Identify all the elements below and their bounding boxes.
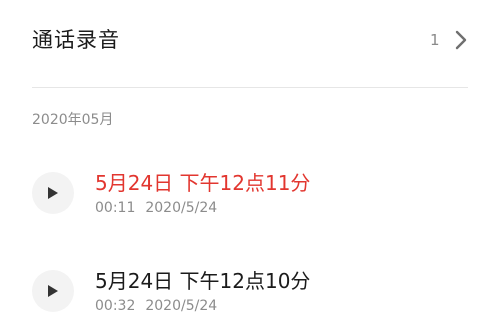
recording-count: 1: [430, 31, 440, 49]
recording-title: 5月24日 下午12点11分: [95, 171, 311, 195]
recording-duration: 00:11: [95, 200, 136, 216]
recording-date: 2020/5/24: [145, 200, 218, 216]
call-recording-header[interactable]: 通话录音 1: [0, 0, 500, 82]
recording-title: 5月24日 下午12点10分: [95, 269, 311, 293]
recording-meta: 00:11 2020/5/24: [95, 199, 217, 217]
page-title: 通话录音: [32, 28, 120, 52]
play-icon: [48, 187, 58, 199]
list-item[interactable]: 5月24日 下午12点11分 00:11 2020/5/24: [0, 158, 500, 228]
chevron-right-icon[interactable]: [453, 28, 469, 52]
recording-duration: 00:32: [95, 298, 136, 314]
section-date: 2020年05月: [32, 112, 114, 128]
play-button[interactable]: [32, 172, 74, 214]
recording-date: 2020/5/24: [145, 298, 218, 314]
play-button[interactable]: [32, 270, 74, 312]
recording-meta: 00:32 2020/5/24: [95, 297, 217, 315]
divider: [32, 87, 468, 88]
list-item[interactable]: 5月24日 下午12点10分 00:32 2020/5/24: [0, 256, 500, 326]
play-icon: [48, 285, 58, 297]
